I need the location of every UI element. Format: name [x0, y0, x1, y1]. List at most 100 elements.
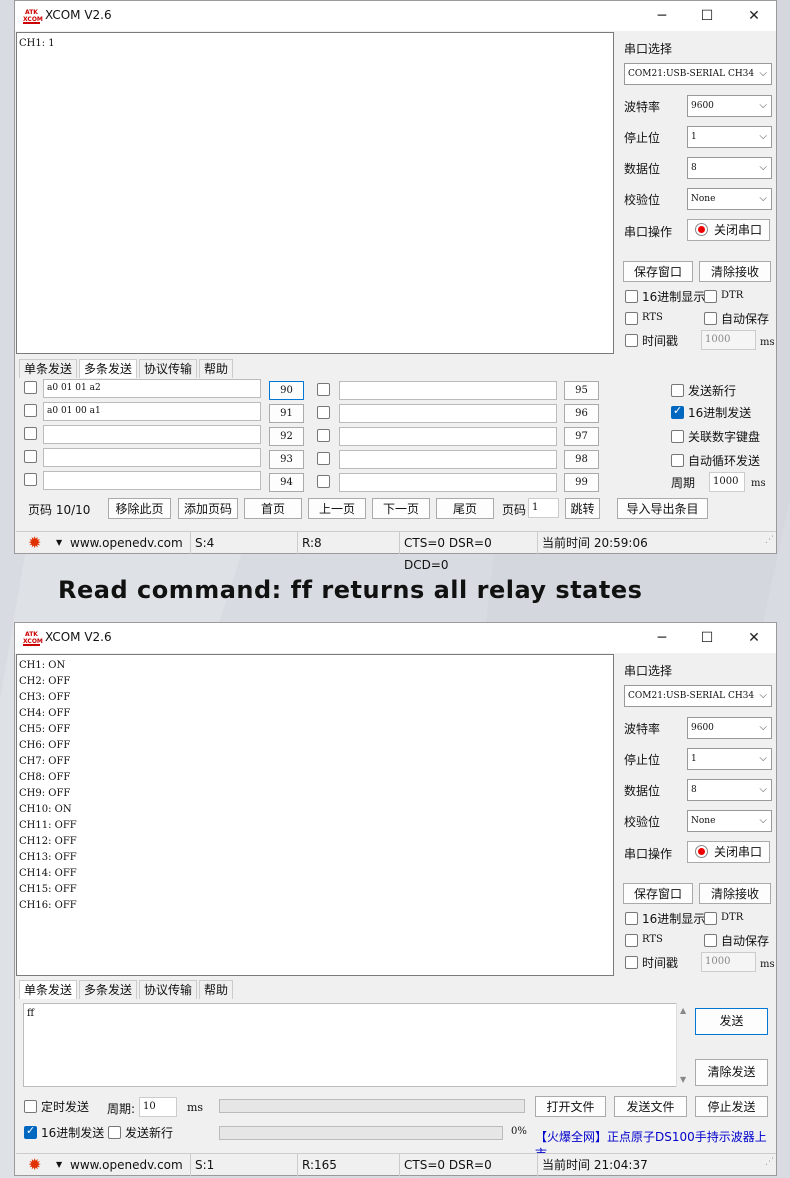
receive-area[interactable]: CH1: ON CH2: OFF CH3: OFF CH4: OFF CH5: …: [16, 654, 614, 976]
multi-row-input[interactable]: [43, 448, 261, 467]
multi-row-send-button[interactable]: 90: [269, 381, 304, 400]
auto-save-checkbox[interactable]: [704, 934, 717, 947]
multi-row-input[interactable]: [339, 381, 557, 400]
multi-row-input[interactable]: [339, 473, 557, 492]
multi-row-checkbox[interactable]: [24, 473, 37, 486]
close-button[interactable]: ✕: [739, 627, 769, 649]
minimize-button[interactable]: ─: [647, 5, 677, 27]
send-newline-checkbox[interactable]: [671, 384, 684, 397]
minimize-button[interactable]: ─: [647, 627, 677, 649]
multi-row-input[interactable]: [43, 471, 261, 490]
timestamp-ms-input[interactable]: 1000: [701, 330, 756, 350]
link-numpad-checkbox[interactable]: [671, 430, 684, 443]
auto-loop-checkbox[interactable]: [671, 454, 684, 467]
hex-send-checkbox[interactable]: [671, 404, 684, 419]
tab-protocol[interactable]: 协议传输: [139, 980, 198, 999]
gear-icon[interactable]: ✹: [28, 535, 44, 551]
parity-select[interactable]: None ⌵: [687, 810, 772, 832]
jump-button[interactable]: 跳转: [565, 498, 600, 519]
multi-row-send-button[interactable]: 93: [269, 450, 304, 469]
hex-send-checkbox[interactable]: [24, 1124, 37, 1139]
page-input[interactable]: 1: [528, 498, 559, 518]
multi-row-checkbox[interactable]: [317, 475, 330, 488]
import-export-button[interactable]: 导入导出条目: [617, 498, 708, 519]
first-page-button[interactable]: 首页: [244, 498, 302, 519]
tab-protocol[interactable]: 协议传输: [139, 359, 198, 378]
multi-row-input[interactable]: [339, 427, 557, 446]
parity-select[interactable]: None ⌵: [687, 188, 772, 210]
multi-row-input[interactable]: [339, 404, 557, 423]
multi-row-send-button[interactable]: 98: [564, 450, 599, 469]
timestamp-checkbox[interactable]: [625, 334, 638, 347]
dropdown-icon[interactable]: ▼: [56, 1154, 62, 1176]
scroll-up-icon[interactable]: ▲: [680, 1006, 686, 1015]
multi-row-input[interactable]: [339, 450, 557, 469]
multi-row-send-button[interactable]: 94: [269, 473, 304, 492]
prev-page-button[interactable]: 上一页: [308, 498, 366, 519]
resize-grip-icon[interactable]: ⋰: [765, 1151, 774, 1173]
add-page-button[interactable]: 添加页码: [178, 498, 238, 519]
multi-row-checkbox[interactable]: [24, 427, 37, 440]
last-page-button[interactable]: 尾页: [436, 498, 494, 519]
data-select[interactable]: 8 ⌵: [687, 157, 772, 179]
multi-row-checkbox[interactable]: [317, 383, 330, 396]
close-port-button[interactable]: 关闭串口: [687, 219, 770, 241]
multi-row-checkbox[interactable]: [24, 404, 37, 417]
open-file-button[interactable]: 打开文件: [535, 1096, 606, 1117]
remove-page-button[interactable]: 移除此页: [108, 498, 171, 519]
hex-display-checkbox[interactable]: [625, 290, 638, 303]
baud-select[interactable]: 9600 ⌵: [687, 717, 772, 739]
stop-select[interactable]: 1 ⌵: [687, 126, 772, 148]
tab-multi-send[interactable]: 多条发送: [79, 359, 138, 378]
dropdown-icon[interactable]: ▼: [56, 532, 62, 554]
send-input[interactable]: ff: [23, 1003, 688, 1087]
multi-row-checkbox[interactable]: [24, 450, 37, 463]
tab-single-send[interactable]: 单条发送: [19, 359, 78, 378]
dtr-checkbox[interactable]: [704, 912, 717, 925]
port-select[interactable]: COM21:USB-SERIAL CH34 ⌵: [624, 63, 772, 85]
next-page-button[interactable]: 下一页: [372, 498, 430, 519]
baud-select[interactable]: 9600 ⌵: [687, 95, 772, 117]
rts-checkbox[interactable]: [625, 312, 638, 325]
multi-row-input[interactable]: a0 01 00 a1: [43, 402, 261, 421]
save-window-button[interactable]: 保存窗口: [623, 261, 693, 282]
website-link[interactable]: www.openedv.com: [66, 532, 191, 554]
multi-row-send-button[interactable]: 96: [564, 404, 599, 423]
clear-receive-button[interactable]: 清除接收: [699, 261, 771, 282]
maximize-button[interactable]: ☐: [692, 627, 722, 649]
multi-row-checkbox[interactable]: [317, 429, 330, 442]
multi-row-input[interactable]: [43, 425, 261, 444]
multi-row-send-button[interactable]: 92: [269, 427, 304, 446]
resize-grip-icon[interactable]: ⋰: [765, 529, 774, 551]
tab-multi-send[interactable]: 多条发送: [79, 980, 138, 999]
receive-area[interactable]: CH1: 1: [16, 32, 614, 354]
clear-send-button[interactable]: 清除发送: [695, 1059, 768, 1086]
stop-send-button[interactable]: 停止发送: [695, 1096, 768, 1117]
timestamp-checkbox[interactable]: [625, 956, 638, 969]
send-file-button[interactable]: 发送文件: [614, 1096, 687, 1117]
send-newline-checkbox[interactable]: [108, 1126, 121, 1139]
multi-row-send-button[interactable]: 99: [564, 473, 599, 492]
period-input[interactable]: 1000: [709, 472, 745, 492]
multi-row-send-button[interactable]: 91: [269, 404, 304, 423]
gear-icon[interactable]: ✹: [28, 1157, 44, 1173]
scroll-down-icon[interactable]: ▼: [680, 1075, 686, 1084]
multi-row-checkbox[interactable]: [317, 406, 330, 419]
data-select[interactable]: 8 ⌵: [687, 779, 772, 801]
multi-row-send-button[interactable]: 97: [564, 427, 599, 446]
clear-receive-button[interactable]: 清除接收: [699, 883, 771, 904]
dtr-checkbox[interactable]: [704, 290, 717, 303]
save-window-button[interactable]: 保存窗口: [623, 883, 693, 904]
timed-send-checkbox[interactable]: [24, 1100, 37, 1113]
website-link[interactable]: www.openedv.com: [66, 1154, 191, 1176]
timestamp-ms-input[interactable]: 1000: [701, 952, 756, 972]
close-port-button[interactable]: 关闭串口: [687, 841, 770, 863]
tab-help[interactable]: 帮助: [199, 980, 234, 999]
maximize-button[interactable]: ☐: [692, 5, 722, 27]
tab-help[interactable]: 帮助: [199, 359, 234, 378]
tab-single-send[interactable]: 单条发送: [19, 980, 78, 999]
send-button[interactable]: 发送: [695, 1008, 768, 1035]
rts-checkbox[interactable]: [625, 934, 638, 947]
auto-save-checkbox[interactable]: [704, 312, 717, 325]
multi-row-send-button[interactable]: 95: [564, 381, 599, 400]
